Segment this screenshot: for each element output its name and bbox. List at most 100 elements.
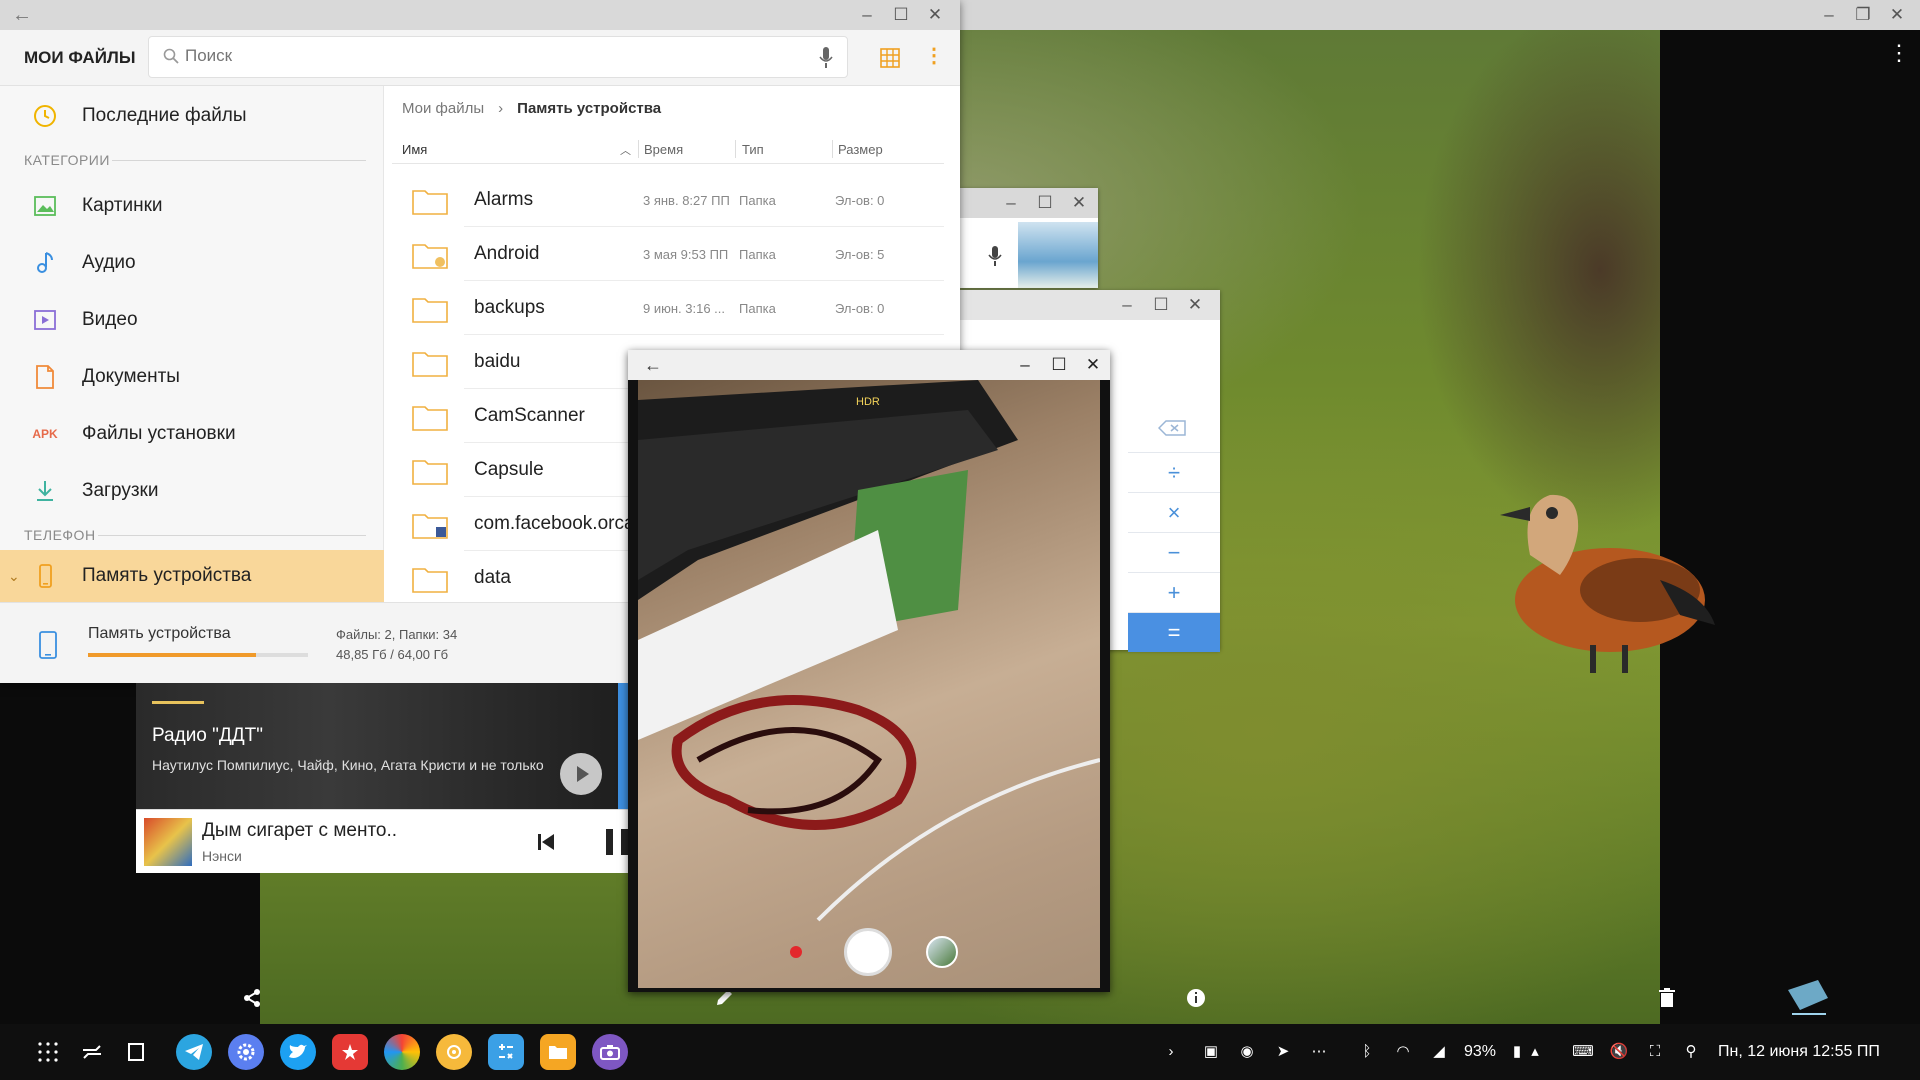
delete-icon[interactable] [1658,988,1676,1014]
camera-window[interactable]: ← – ☐ ✕ HDR [628,350,1110,992]
twitter-icon[interactable] [280,1034,316,1070]
plus-button[interactable]: + [1128,572,1220,612]
settings-icon[interactable] [228,1034,264,1070]
shutter-button[interactable] [844,928,892,976]
multiply-button[interactable]: × [1128,492,1220,532]
bookmark-icon[interactable] [332,1034,368,1070]
minimize-button[interactable]: – [1008,350,1042,380]
back-arrow-icon[interactable]: ← [644,355,662,376]
grid-view-icon[interactable] [880,48,900,68]
divide-button[interactable]: ÷ [1128,452,1220,492]
sidebar-item-video[interactable]: Видео [0,294,384,346]
minimize-button[interactable]: – [994,188,1028,218]
maximize-button[interactable]: ☐ [1028,188,1062,218]
date-time[interactable]: Пн, 12 июня 12:55 ПП [1718,1043,1880,1061]
maximize-button[interactable]: ☐ [1042,350,1076,380]
microphone-icon[interactable] [819,47,833,69]
video-icon [34,310,56,330]
close-button[interactable]: ✕ [1062,188,1096,218]
backspace-icon[interactable] [1158,420,1186,436]
home-icon[interactable] [124,1040,148,1064]
minimize-button[interactable]: – [1110,290,1144,320]
column-time[interactable]: Время [644,142,683,157]
radio-card[interactable]: Радио "ДДТ" Наутилус Помпилиус, Чайф, Ки… [136,683,618,809]
chevron-right-icon[interactable]: › [1160,1040,1182,1062]
sidebar-item-images[interactable]: Картинки [0,180,384,232]
search-icon[interactable]: ⚲ [1680,1040,1702,1062]
close-button[interactable]: ✕ [918,0,952,30]
search-box[interactable] [148,36,848,78]
file-row[interactable]: Android 3 мая 9:53 ПП Папка Эл-ов: 5 [392,227,944,281]
minimize-button[interactable]: – [850,0,884,30]
music-app-icon[interactable] [436,1034,472,1070]
back-arrow-icon[interactable]: ← [12,4,32,27]
search-input[interactable] [185,46,745,66]
telegram-icon[interactable] [176,1034,212,1070]
my-files-header: МОИ ФАЙЛЫ ⋮ [0,30,960,86]
keyboard-icon[interactable]: ⌨ [1572,1040,1594,1062]
restore-button[interactable]: ❐ [1846,0,1880,30]
chevron-up-icon[interactable]: ▴ [1524,1040,1546,1062]
close-button[interactable]: ✕ [1076,350,1110,380]
minimize-button[interactable]: – [1812,0,1846,30]
download-icon [37,481,53,501]
my-files-icon[interactable] [540,1034,576,1070]
apps-grid-icon[interactable] [36,1040,60,1064]
telegram-notification-icon[interactable]: ➤ [1272,1040,1294,1062]
more-options-icon[interactable]: ⋮ [1888,42,1910,64]
sidebar-item-apk[interactable]: APK Файлы установки [0,408,384,460]
share-icon[interactable] [242,988,262,1014]
storage-progress-fill [88,653,256,657]
calculator-icon[interactable] [488,1034,524,1070]
equals-button[interactable]: = [1128,612,1220,652]
info-icon[interactable] [1186,988,1206,1014]
file-row[interactable]: backups 9 июн. 3:16 ... Папка Эл-ов: 0 [392,281,944,335]
sidebar-item-recent[interactable]: Последние файлы [0,90,384,142]
bluetooth-icon[interactable]: ᛒ [1356,1040,1378,1062]
sort-ascending-icon[interactable]: ︿ [620,142,631,158]
more-options-icon[interactable]: ⋮ [924,46,944,66]
column-size[interactable]: Размер [838,142,883,157]
file-date: 3 янв. 8:27 ПП [643,193,730,208]
pause-icon[interactable] [604,828,630,856]
breadcrumb-item[interactable]: Мои файлы [402,100,484,117]
mute-icon[interactable]: 🔇 [1608,1040,1630,1062]
screenshot-icon[interactable]: ⛶ [1644,1040,1666,1062]
last-photo-thumbnail[interactable] [926,936,958,968]
maximize-button[interactable]: ☐ [1144,290,1178,320]
close-button[interactable]: ✕ [1880,0,1914,30]
more-notifications-icon[interactable]: ⋯ [1308,1040,1330,1062]
file-row[interactable]: Alarms 3 янв. 8:27 ПП Папка Эл-ов: 0 [392,173,944,227]
camera-viewfinder[interactable]: HDR [638,380,1100,988]
sidebar-item-device-storage[interactable]: ⌄ Память устройства [0,550,384,602]
duck-image [1500,494,1715,673]
column-type[interactable]: Тип [742,142,764,157]
close-button[interactable]: ✕ [1178,290,1212,320]
hdr-label[interactable]: HDR [856,396,880,408]
play-button[interactable] [560,753,602,795]
gallery-notification-icon[interactable]: ▣ [1200,1040,1222,1062]
previous-track-icon[interactable] [536,832,556,852]
minus-button[interactable]: − [1128,532,1220,572]
document-icon [36,365,54,389]
recent-apps-icon[interactable] [80,1040,104,1064]
sidebar-item-label: Видео [82,309,138,330]
column-name[interactable]: Имя [402,142,427,157]
file-name: CamScanner [474,405,585,426]
sidebar-item-audio[interactable]: Аудио [0,237,384,289]
sidebar-item-downloads[interactable]: Загрузки [0,465,384,517]
sidebar-item-label: Картинки [82,195,163,216]
camera-titlebar: ← – ☐ ✕ [628,350,1110,380]
mini-player[interactable]: Дым сигарет с менто.. Нэнси [136,809,630,873]
sidebar-item-documents[interactable]: Документы [0,351,384,403]
compass-notification-icon[interactable]: ◉ [1236,1040,1258,1062]
file-name: backups [474,297,545,318]
wifi-icon[interactable]: ◠ [1392,1040,1414,1062]
maximize-button[interactable]: ☐ [884,0,918,30]
record-video-button[interactable] [790,946,802,958]
camera-icon[interactable] [592,1034,628,1070]
photos-icon[interactable] [384,1034,420,1070]
background-window[interactable]: – ☐ ✕ [960,188,1098,288]
music-widget[interactable]: Радио "ДДТ" Наутилус Помпилиус, Чайф, Ки… [136,683,630,873]
microphone-icon[interactable] [988,246,1002,266]
